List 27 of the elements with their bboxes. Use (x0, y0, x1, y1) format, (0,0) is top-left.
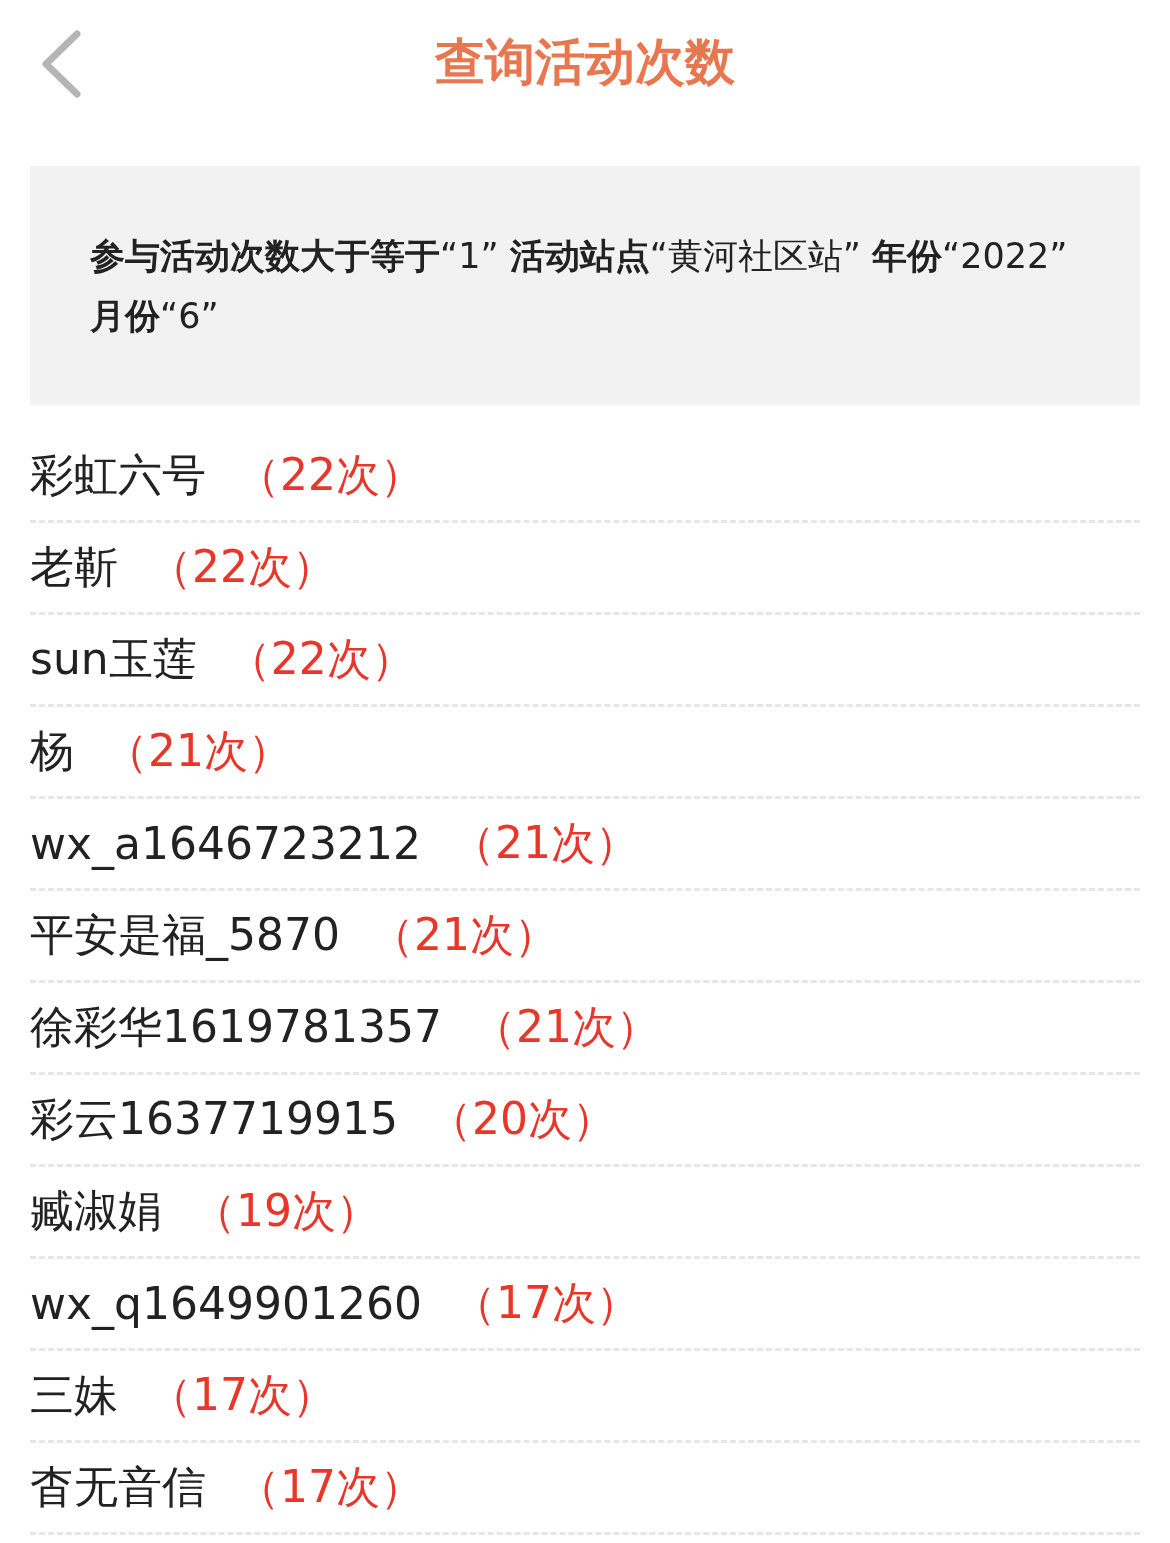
back-icon[interactable] (40, 30, 82, 98)
activity-count: （22次） (236, 448, 424, 502)
member-name: 三妹 (30, 1368, 118, 1422)
filter-summary: 参与活动次数大于等于“1” 活动站点“黄河社区站” 年份“2022” 月份“6” (30, 166, 1140, 405)
activity-count: （21次） (450, 816, 639, 870)
member-name: sun玉莲 (30, 632, 197, 686)
member-name: 彩虹六号 (30, 448, 206, 502)
page-title: 查询活动次数 (435, 32, 735, 93)
activity-count: （22次） (226, 632, 415, 686)
member-name: 平安是福_5870 (30, 908, 340, 963)
member-name: wx_q1649901260 (30, 1278, 422, 1329)
activity-count: （17次） (451, 1276, 640, 1330)
member-name: 徐彩华1619781357 (30, 1000, 442, 1054)
member-name: 臧淑娟 (30, 1184, 162, 1238)
activity-count: （22次） (148, 540, 336, 594)
member-name: 老靳 (30, 540, 118, 594)
activity-count: （21次） (104, 724, 292, 778)
member-name: 杨 (30, 724, 74, 778)
activity-count: （21次） (471, 1000, 660, 1054)
member-name: wx_a1646723212 (30, 818, 421, 869)
activity-count: （17次） (236, 1460, 424, 1514)
activity-count: （17次） (148, 1368, 336, 1422)
member-name: 彩云1637719915 (30, 1092, 398, 1146)
activity-count: （20次） (427, 1092, 616, 1146)
activity-count: （19次） (192, 1184, 380, 1238)
member-name: 杳无音信 (30, 1460, 206, 1514)
activity-count: （21次） (370, 908, 558, 962)
